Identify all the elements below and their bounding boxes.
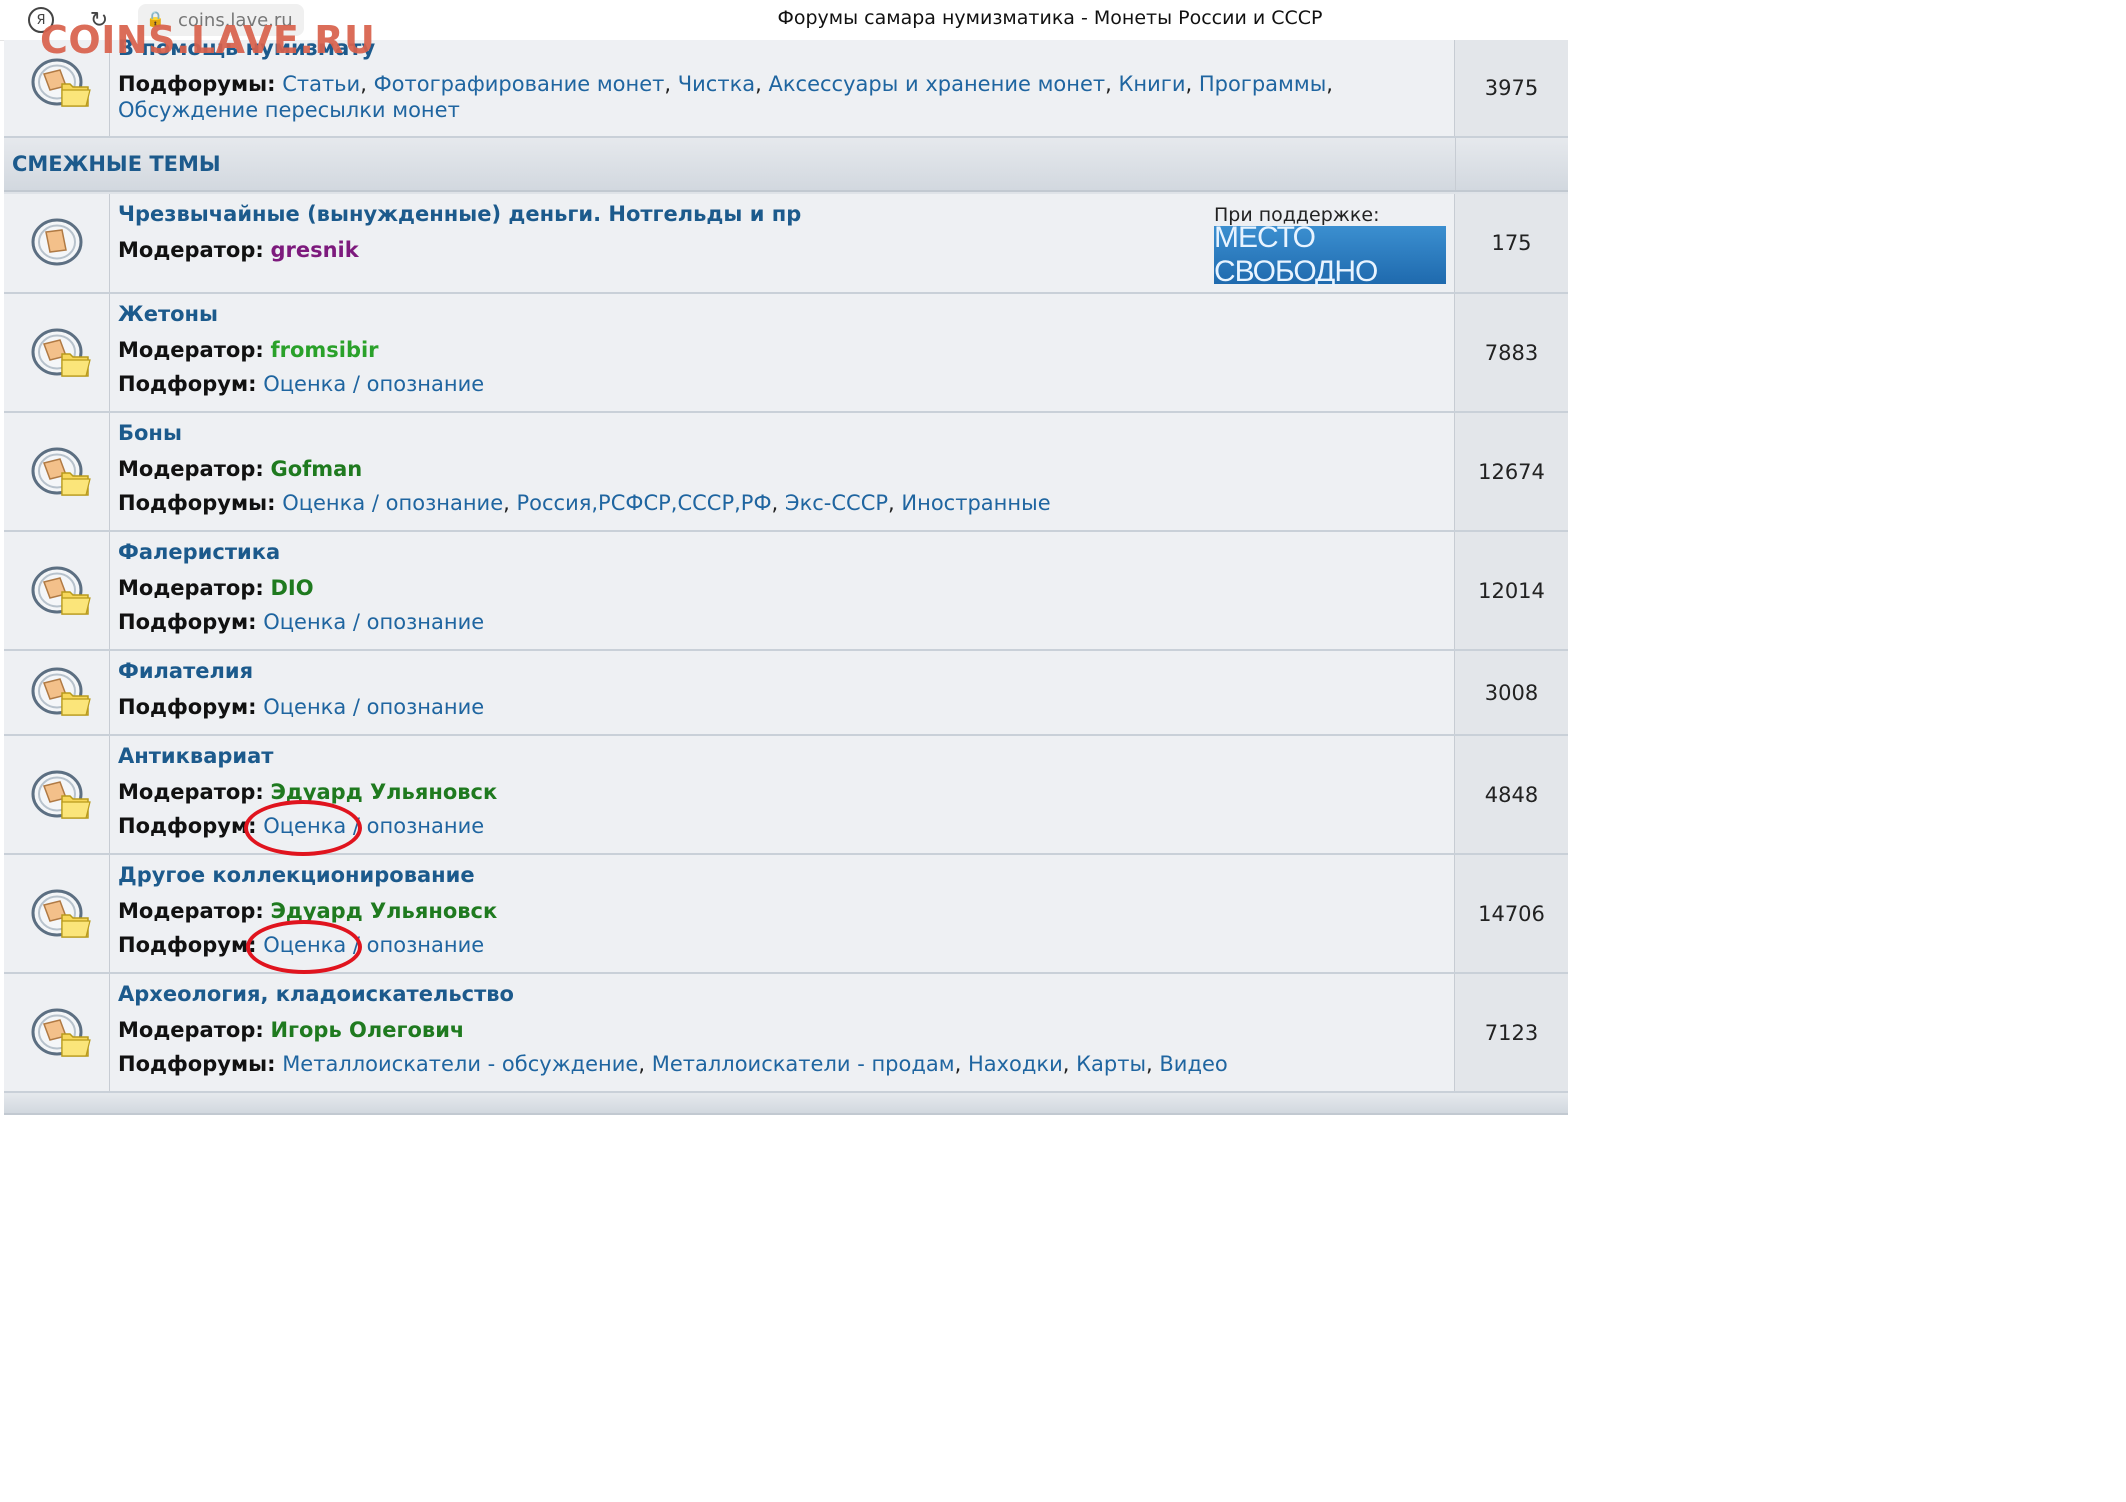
- forum-title-link[interactable]: Жетоны: [118, 302, 218, 326]
- category-header: СМЕЖНЫЕ ТЕМЫ: [4, 138, 1568, 192]
- forum-row: Жетоны Модератор: fromsibir Подфорум: Оц…: [4, 294, 1568, 413]
- forum-table: В помощь нумизмату Подфорумы: Статьи, Фо…: [4, 36, 1568, 1115]
- forum-row: Антиквариат Модератор: Эдуард Ульяновск …: [4, 736, 1568, 855]
- subforum-link[interactable]: Программы: [1199, 72, 1326, 96]
- forum-folder-icon: [30, 564, 94, 620]
- subforum-link[interactable]: Иностранные: [901, 491, 1050, 515]
- topics-count: 175: [1455, 194, 1568, 292]
- moderator-link[interactable]: DIO: [270, 576, 313, 600]
- subforum-link[interactable]: Книги: [1119, 72, 1186, 96]
- forum-folder-icon: [30, 326, 94, 382]
- forum-folder-icon: [30, 445, 94, 501]
- topics-count: 4848: [1455, 736, 1568, 853]
- forum-row: Фалеристика Модератор: DIO Подфорум: Оце…: [4, 532, 1568, 651]
- topics-count: 12674: [1455, 413, 1568, 530]
- topics-count: 14706: [1455, 855, 1568, 972]
- subforum-link[interactable]: Металлоискатели - продам: [652, 1052, 955, 1076]
- subforum-link[interactable]: Оценка / опознание: [263, 372, 484, 396]
- forum-title-link[interactable]: Чрезвычайные (вынужденные) деньги. Нотге…: [118, 202, 801, 226]
- subforum-link[interactable]: Оценка / опознание: [263, 695, 484, 719]
- forum-folder-icon: [30, 665, 94, 721]
- moderator-link[interactable]: Игорь Олегович: [270, 1018, 464, 1042]
- forum-row: Другое коллекционирование Модератор: Эду…: [4, 855, 1568, 974]
- forum-row: Археология, кладоискательство Модератор:…: [4, 974, 1568, 1093]
- moderator-line: Модератор: DIO: [118, 576, 314, 600]
- forum-title-link[interactable]: Филателия: [118, 659, 253, 683]
- sponsor-banner[interactable]: МЕСТО СВОБОДНО: [1214, 221, 1446, 288]
- subforum-link[interactable]: Статьи: [282, 72, 360, 96]
- subforum-link[interactable]: Карты: [1076, 1052, 1146, 1076]
- subforum-link[interactable]: Аксессуары и хранение монет: [769, 72, 1106, 96]
- moderator-link[interactable]: fromsibir: [270, 338, 378, 362]
- forum-row: Боны Модератор: Gofman Подфорумы: Оценка…: [4, 413, 1568, 532]
- subforums-line: Подфорумы: Статьи, Фотографирование моне…: [118, 72, 1333, 96]
- moderator-line: Модератор: gresnik: [118, 238, 359, 262]
- subforums-line: Подфорумы: Оценка / опознание, Россия,РС…: [118, 491, 1051, 515]
- subforum-link[interactable]: Оценка / опознание: [282, 491, 503, 515]
- topics-count: 7883: [1455, 294, 1568, 411]
- forum-title-link[interactable]: Антиквариат: [118, 744, 273, 768]
- forum-folder-icon: [30, 1006, 94, 1062]
- moderator-link[interactable]: gresnik: [270, 238, 358, 262]
- subforum-link[interactable]: Россия,РСФСР,СССР,РФ: [517, 491, 772, 515]
- forum-row: Чрезвычайные (вынужденные) деньги. Нотге…: [4, 194, 1568, 294]
- topics-count: 12014: [1455, 532, 1568, 649]
- subforum-link[interactable]: Фотографирование монет: [374, 72, 665, 96]
- subforums-label: Подфорумы:: [118, 72, 276, 96]
- moderator-line: Модератор: Игорь Олегович: [118, 1018, 465, 1042]
- topics-count: 7123: [1455, 974, 1568, 1091]
- subforum-link[interactable]: Обсуждение пересылки монет: [118, 98, 460, 122]
- topics-count: 3008: [1455, 651, 1568, 734]
- subforums-line: Подфорум: Оценка / опознание: [118, 610, 485, 634]
- forum-folder-icon: [30, 56, 94, 112]
- category-title[interactable]: СМЕЖНЫЕ ТЕМЫ: [12, 152, 221, 176]
- category-header-next: [4, 1093, 1568, 1115]
- watermark-logo: COINS.LAVE.RU: [40, 18, 376, 62]
- subforum-link[interactable]: Оценка / опознание: [263, 610, 484, 634]
- subforum-link[interactable]: Экс-СССР: [785, 491, 888, 515]
- forum-read-icon: [30, 216, 94, 272]
- subforum-link[interactable]: Видео: [1159, 1052, 1227, 1076]
- subforums-line: Подфорум: Оценка / опознание: [118, 372, 485, 396]
- forum-row: Филателия Подфорум: Оценка / опознание 3…: [4, 651, 1568, 736]
- forum-title-link[interactable]: Археология, кладоискательство: [118, 982, 514, 1006]
- forum-title-link[interactable]: Фалеристика: [118, 540, 280, 564]
- subforum-link[interactable]: Чистка: [678, 72, 755, 96]
- subforum-link[interactable]: Находки: [968, 1052, 1063, 1076]
- forum-folder-icon: [30, 768, 94, 824]
- moderator-link[interactable]: Gofman: [270, 457, 362, 481]
- tab-title: Форумы самара нумизматика - Монеты Росси…: [777, 7, 1323, 29]
- annotation-circle: [244, 800, 362, 856]
- forum-title-link[interactable]: Боны: [118, 421, 182, 445]
- subforums-line: Подфорум: Оценка / опознание: [118, 695, 485, 719]
- moderator-line: Модератор: fromsibir: [118, 338, 379, 362]
- subforum-link[interactable]: Металлоискатели - обсуждение: [282, 1052, 638, 1076]
- moderator-line: Модератор: Gofman: [118, 457, 363, 481]
- topics-count: 3975: [1455, 40, 1568, 136]
- annotation-circle: [246, 920, 362, 974]
- forum-title-link[interactable]: Другое коллекционирование: [118, 863, 475, 887]
- forum-folder-icon: [30, 887, 94, 943]
- subforums-line: Подфорумы: Металлоискатели - обсуждение,…: [118, 1052, 1228, 1076]
